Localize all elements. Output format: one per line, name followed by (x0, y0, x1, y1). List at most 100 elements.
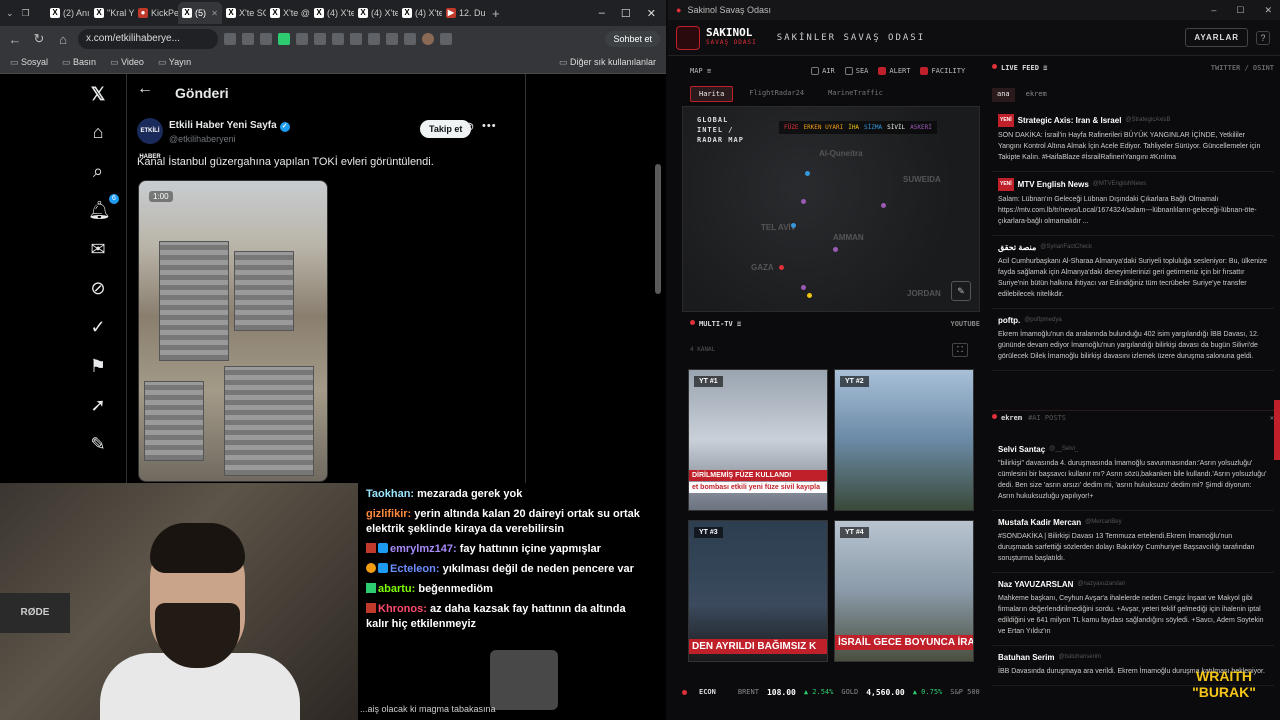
minimize-icon[interactable]: – (1211, 5, 1216, 16)
extension-icon[interactable] (278, 33, 290, 45)
bookmark-folder[interactable]: Basın (62, 57, 96, 68)
extension-icon[interactable] (260, 33, 272, 45)
map-marker[interactable] (805, 171, 810, 176)
follow-button[interactable]: Takip et (420, 120, 472, 138)
extension-icon[interactable] (224, 33, 236, 45)
edit-icon[interactable]: ✎ (951, 281, 971, 301)
extension-icon[interactable] (332, 33, 344, 45)
map-marker[interactable] (807, 293, 812, 298)
copilot-chat-button[interactable]: Sohbet et (605, 31, 660, 47)
tab-9[interactable]: ▶ 12. Du (442, 2, 486, 24)
map-marker[interactable] (801, 285, 806, 290)
tab-flightradar[interactable]: FlightRadar24 (741, 86, 812, 102)
close-icon[interactable]: ✕ (211, 9, 218, 18)
communities-icon[interactable]: ✓ (88, 317, 108, 337)
feed-item[interactable]: YENİ Strategic Axis: Iran & Israel @Strate… (992, 108, 1274, 172)
maximize-icon[interactable]: ☐ (1236, 5, 1244, 16)
bookmark-folder[interactable]: Sosyal (10, 57, 48, 68)
checkbox[interactable] (844, 67, 853, 75)
notifications-icon[interactable]: 🔔︎ 6 (88, 194, 119, 220)
map-marker[interactable] (791, 223, 796, 228)
video-tile-3[interactable]: YT #3 DEN AYRILDI BAĞIMSIZ K (688, 520, 828, 662)
tab-harita[interactable]: Harita (690, 86, 734, 102)
checkbox-checked[interactable] (920, 67, 929, 75)
minimize-icon[interactable]: – (599, 7, 605, 20)
feed-item[interactable]: poftp. @poftpmedya Ekrem İmamoğlu'nun da … (992, 309, 1274, 371)
video-tile-1[interactable]: YT #1 DİRİLMEMİŞ FÜZE KULLANDI et bombas… (688, 369, 828, 511)
tab-marinetraffic[interactable]: MarineTraffic (820, 86, 891, 102)
feed-item[interactable]: YENİ MTV English News @MTVEnglishNews Sala… (992, 172, 1274, 236)
refresh-icon[interactable]: ↻ (30, 31, 48, 47)
premium-icon[interactable]: ➚ (88, 395, 108, 415)
other-bookmarks[interactable]: Diğer sık kullanılanlar (559, 57, 656, 68)
settings-button[interactable]: AYARLAR (1185, 28, 1248, 47)
bookmarks-icon[interactable]: ⚑ (88, 356, 108, 376)
chat-username: Khronos: (378, 603, 427, 615)
more-icon[interactable]: ••• (482, 120, 497, 132)
maximize-icon[interactable]: ☐ (621, 7, 631, 20)
filter-air[interactable]: AIR (811, 67, 835, 75)
map-marker[interactable] (881, 203, 886, 208)
close-window-icon[interactable]: ✕ (1264, 5, 1272, 16)
display-name[interactable]: Etkili Haber Yeni Sayfa ✓ (169, 120, 290, 132)
avatar[interactable] (422, 33, 434, 45)
url-field[interactable]: x.com/etkilihaberye... (78, 29, 218, 49)
search-icon[interactable]: ⌕ (88, 161, 108, 181)
extension-icon[interactable] (404, 33, 416, 45)
tab-5[interactable]: X X'te @ (266, 2, 310, 24)
checkbox[interactable] (811, 67, 820, 75)
tweet-video[interactable]: 1:00 (138, 180, 328, 482)
tab-0[interactable]: X (2) Anı (46, 2, 90, 24)
avatar[interactable]: ETKİLİ HABER (137, 118, 163, 160)
back-arrow-icon[interactable]: ← (137, 80, 153, 98)
feed-item[interactable]: منصة تحقق @SyrianFactCheck Acil Cumhurbaş… (992, 236, 1274, 309)
user-handle[interactable]: @etkilihaberyeni (169, 134, 236, 144)
extension-icon[interactable] (296, 33, 308, 45)
new-tab-button[interactable]: + (486, 6, 506, 21)
help-button[interactable]: ? (1256, 30, 1270, 45)
extension-icon[interactable] (314, 33, 326, 45)
tab-7[interactable]: X (4) X'te (354, 2, 398, 24)
map-marker[interactable] (833, 247, 838, 252)
filter-facility[interactable]: FACILITY (920, 67, 965, 75)
grok-icon[interactable]: ⊘ (465, 120, 474, 133)
bookmark-folder[interactable]: Yayın (158, 57, 191, 68)
close-window-icon[interactable]: ✕ (647, 7, 656, 20)
tab-ana[interactable]: ana (992, 88, 1015, 102)
video-tile-4[interactable]: YT #4 İSRAİL GECE BOYUNCA İRAN (834, 520, 974, 662)
checkbox-checked[interactable] (878, 67, 887, 75)
video-tile-2[interactable]: YT #2 (834, 369, 974, 511)
feed-item[interactable]: Selvi Santaç @__Selvi_ "bilirkişi" davası… (992, 438, 1274, 511)
x-logo-icon[interactable]: 𝕏 (88, 84, 108, 104)
messages-icon[interactable]: ✉ (88, 239, 108, 259)
feed-item[interactable]: Mustafa Kadir Mercan @MercanBey #SONDAKİK… (992, 511, 1274, 573)
extension-icon[interactable] (242, 33, 254, 45)
radar-map[interactable]: GLOBAL INTEL / RADAR MAP FÜZE ERKEN UYARI … (682, 106, 980, 312)
tab-6[interactable]: X (4) X'te (310, 2, 354, 24)
back-icon[interactable]: ← (6, 32, 24, 47)
extension-icon[interactable] (350, 33, 362, 45)
tab-1[interactable]: X "Kral Y (90, 2, 134, 24)
tab-3-active[interactable]: X (5) ✕ (178, 2, 222, 24)
home-icon[interactable]: ⌂ (88, 122, 108, 142)
extension-icon[interactable] (368, 33, 380, 45)
scrollbar[interactable] (1274, 400, 1280, 460)
filter-sea[interactable]: SEA (844, 67, 868, 75)
grok-icon[interactable]: ⊘ (88, 278, 108, 298)
menu-icon[interactable] (440, 33, 452, 45)
map-marker[interactable] (779, 265, 784, 270)
tab-2[interactable]: ● KickPe (134, 2, 178, 24)
feed-item[interactable]: Naz YAVUZARSLAN @nazyavuzarslan Mahkeme b… (992, 573, 1274, 646)
home-icon[interactable]: ⌂ (54, 32, 72, 47)
post-icon[interactable]: ✎ (88, 434, 108, 454)
filter-alert[interactable]: ALERT (878, 67, 910, 75)
tab-4[interactable]: X X'te SC (222, 2, 266, 24)
map-marker[interactable] (801, 199, 806, 204)
tab-ekrem[interactable]: ekrem (1021, 88, 1052, 102)
scrollbar[interactable] (655, 164, 661, 294)
tab-8[interactable]: X (4) X'te (398, 2, 442, 24)
expand-icon[interactable]: ⛶ (952, 343, 968, 357)
tab-actions[interactable]: ⌄ ❐ (0, 8, 46, 19)
bookmark-folder[interactable]: Video (110, 57, 144, 68)
extension-icon[interactable] (386, 33, 398, 45)
